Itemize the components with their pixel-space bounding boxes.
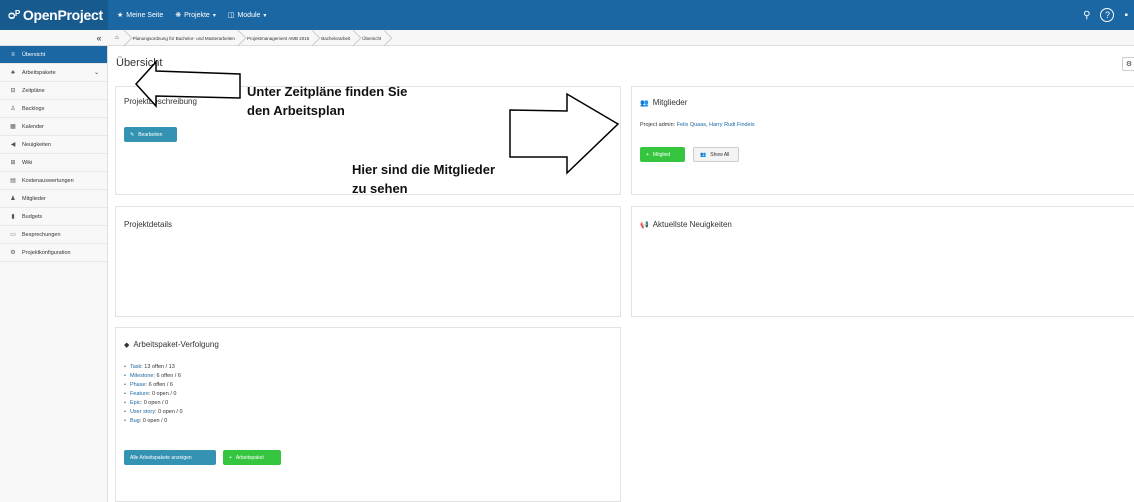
annotation-line: Unter Zeitpläne finden Sie xyxy=(247,84,408,99)
annotation-line: Hier sind die Mitglieder xyxy=(352,162,496,177)
annotation-arrows xyxy=(134,60,620,175)
annotation-line: den Arbeitsplan xyxy=(247,103,345,118)
annotation-timelines: Unter Zeitpläne finden Sie den Arbeitspl… xyxy=(247,82,407,120)
annotation-line: zu sehen xyxy=(352,181,408,196)
right-arrow-shape xyxy=(509,92,620,175)
annotation-members: Hier sind die Mitglieder zu sehen xyxy=(352,160,495,198)
left-arrow-shape xyxy=(134,60,241,108)
